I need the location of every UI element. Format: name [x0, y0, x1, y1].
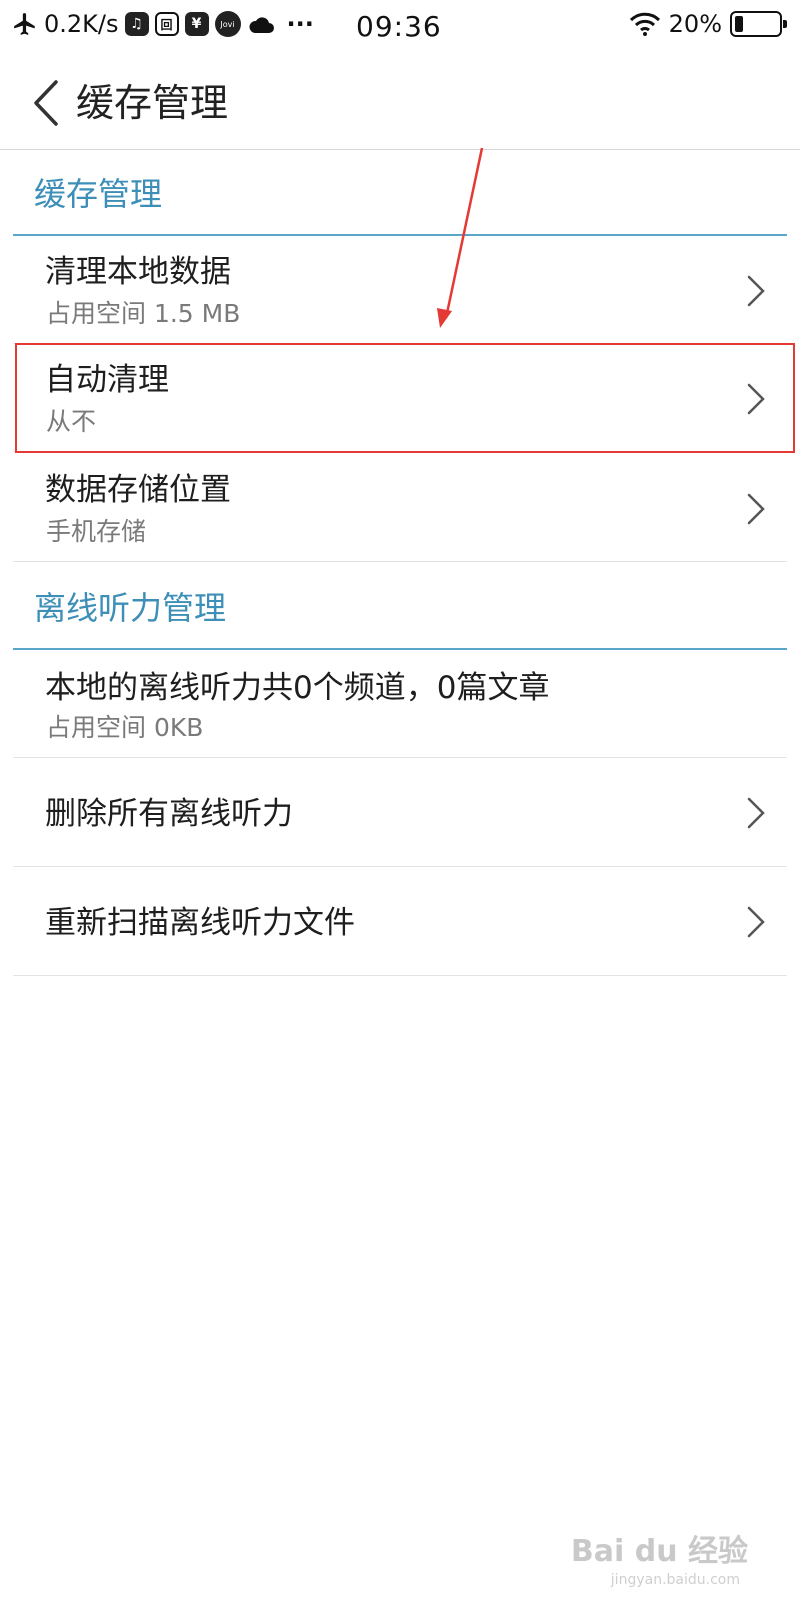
back-arrow-icon[interactable]: [28, 78, 64, 128]
music-icon: ♫: [124, 12, 149, 36]
row-subtitle: 手机存储: [46, 517, 147, 546]
jovi-icon: Jovi: [214, 11, 241, 37]
row-title: 数据存储位置: [45, 472, 231, 508]
page-title: 缓存管理: [76, 81, 229, 125]
row-title: 重新扫描离线听力文件: [45, 905, 355, 941]
watermark-url: jingyan.baidu.com: [610, 1572, 740, 1588]
row-title: 删除所有离线听力: [45, 796, 293, 832]
wifi-icon: [629, 12, 660, 36]
row-subtitle: 占用空间 0KB: [46, 713, 204, 742]
net-speed: 0.2K/s: [44, 10, 119, 38]
status-bar: 0.2K/s ♫ 回 ¥ Jovi ··· 09:36 20%: [0, 0, 800, 56]
battery-percent: 20%: [668, 10, 722, 38]
battery-fill: [735, 16, 743, 32]
more-icon: ···: [286, 10, 314, 38]
row-subtitle: 占用空间 1.5 MB: [46, 299, 241, 328]
yuan-icon: ¥: [184, 12, 209, 36]
row-clear-local-data[interactable]: 清理本地数据 占用空间 1.5 MB: [13, 236, 787, 344]
section-title-offline: 离线听力管理: [34, 589, 227, 627]
chevron-right-icon: [747, 906, 765, 938]
row-title: 自动清理: [45, 362, 169, 398]
airplane-icon: [14, 13, 35, 35]
chevron-right-icon: [747, 275, 765, 307]
section-title-cache: 缓存管理: [34, 175, 163, 213]
cloud-icon: [248, 17, 274, 33]
row-rescan-offline[interactable]: 重新扫描离线听力文件: [13, 867, 787, 976]
watermark-logo: Bai du 经验: [570, 1534, 748, 1569]
status-bar-right: 20%: [629, 10, 787, 38]
row-title: 本地的离线听力共0个频道，0篇文章: [45, 670, 550, 706]
row-offline-summary: 本地的离线听力共0个频道，0篇文章 占用空间 0KB: [13, 650, 787, 758]
battery-icon: [730, 11, 787, 37]
row-subtitle: 从不: [46, 407, 97, 436]
row-title: 清理本地数据: [45, 254, 231, 290]
chevron-right-icon: [747, 797, 765, 829]
row-delete-all-offline[interactable]: 删除所有离线听力: [13, 758, 787, 867]
row-storage-location[interactable]: 数据存储位置 手机存储: [13, 452, 787, 562]
chevron-right-icon: [747, 493, 765, 525]
clock: 09:36: [356, 10, 442, 43]
chevron-right-icon: [747, 383, 765, 415]
app-header: 缓存管理: [0, 56, 800, 150]
status-bar-left: 0.2K/s ♫ 回 ¥ Jovi ···: [12, 10, 314, 38]
app-icon: 回: [154, 12, 179, 36]
row-auto-clean[interactable]: 自动清理 从不: [13, 344, 787, 452]
